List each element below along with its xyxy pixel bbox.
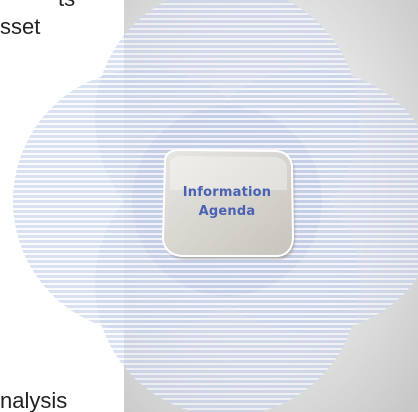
center-label-line-1: Information bbox=[182, 185, 272, 200]
center-label: Information Agenda bbox=[160, 183, 294, 221]
slide-canvas: ts sset nalysis bbox=[0, 0, 418, 412]
center-label-line-2: Agenda bbox=[198, 204, 256, 219]
